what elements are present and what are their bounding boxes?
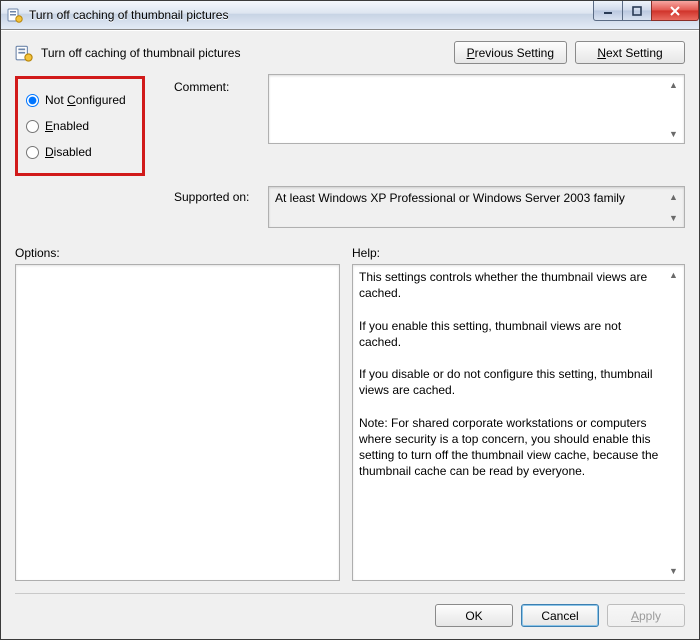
prev-rest: revious Setting <box>475 46 554 60</box>
next-underline: N <box>597 46 606 60</box>
help-label: Help: <box>352 246 685 260</box>
help-scrollbar[interactable]: ▲ ▼ <box>666 267 682 578</box>
scroll-down-icon: ▼ <box>666 210 681 225</box>
radio-disabled-label: Disabled <box>45 145 92 159</box>
options-column: Options: <box>15 246 340 581</box>
cancel-label: Cancel <box>541 609 578 623</box>
radio-not-configured[interactable]: Not Configured <box>24 87 136 113</box>
help-panel: This settings controls whether the thumb… <box>352 264 685 581</box>
next-setting-button[interactable]: Next Setting <box>575 41 685 64</box>
radio-enabled-label: Enabled <box>45 119 89 133</box>
scroll-down-icon: ▼ <box>666 563 681 578</box>
close-button[interactable] <box>651 1 699 21</box>
scroll-up-icon: ▲ <box>666 77 681 92</box>
ok-button[interactable]: OK <box>435 604 513 627</box>
radio-disabled[interactable]: Disabled <box>24 139 136 165</box>
ok-label: OK <box>465 609 482 623</box>
configuration-grid: Not Configured Enabled Disabled Comment:… <box>1 74 699 228</box>
radio-enabled[interactable]: Enabled <box>24 113 136 139</box>
radio-disabled-input[interactable] <box>26 146 39 159</box>
scroll-up-icon: ▲ <box>666 267 681 282</box>
apply-label: Apply <box>631 609 661 623</box>
header-row: Turn off caching of thumbnail pictures P… <box>1 31 699 74</box>
help-text: This settings controls whether the thumb… <box>359 269 664 576</box>
radio-enabled-input[interactable] <box>26 120 39 133</box>
state-radio-group: Not Configured Enabled Disabled <box>15 76 145 176</box>
supported-label: Supported on: <box>174 176 264 204</box>
prev-underline: P <box>467 46 475 60</box>
policy-title: Turn off caching of thumbnail pictures <box>41 46 240 60</box>
window: Turn off caching of thumbnail pictures <box>0 0 700 640</box>
content-area: Turn off caching of thumbnail pictures P… <box>1 30 699 639</box>
help-column: Help: This settings controls whether the… <box>352 246 685 581</box>
supported-on-field: At least Windows XP Professional or Wind… <box>268 186 685 228</box>
previous-setting-button[interactable]: Previous Setting <box>454 41 567 64</box>
options-label: Options: <box>15 246 340 260</box>
supported-on-text: At least Windows XP Professional or Wind… <box>275 191 664 223</box>
comment-label: Comment: <box>174 74 264 94</box>
window-title: Turn off caching of thumbnail pictures <box>29 8 228 22</box>
supported-scrollbar[interactable]: ▲ ▼ <box>666 189 682 225</box>
window-buttons <box>594 1 699 21</box>
cancel-button[interactable]: Cancel <box>521 604 599 627</box>
policy-icon <box>7 7 23 23</box>
options-panel <box>15 264 340 581</box>
comment-scrollbar[interactable]: ▲ ▼ <box>666 77 682 141</box>
radio-not-configured-label: Not Configured <box>45 93 126 107</box>
maximize-button[interactable] <box>622 1 652 21</box>
minimize-button[interactable] <box>593 1 623 21</box>
titlebar: Turn off caching of thumbnail pictures <box>1 1 699 30</box>
comment-textarea[interactable]: ▲ ▼ <box>268 74 685 144</box>
next-rest: ext Setting <box>606 46 663 60</box>
apply-button[interactable]: Apply <box>607 604 685 627</box>
radio-not-configured-input[interactable] <box>26 94 39 107</box>
scroll-down-icon: ▼ <box>666 126 681 141</box>
policy-icon <box>15 44 33 62</box>
footer: OK Cancel Apply <box>1 594 699 639</box>
lower-panels: Options: Help: This settings controls wh… <box>1 238 699 581</box>
comment-text <box>275 79 664 139</box>
scroll-up-icon: ▲ <box>666 189 681 204</box>
